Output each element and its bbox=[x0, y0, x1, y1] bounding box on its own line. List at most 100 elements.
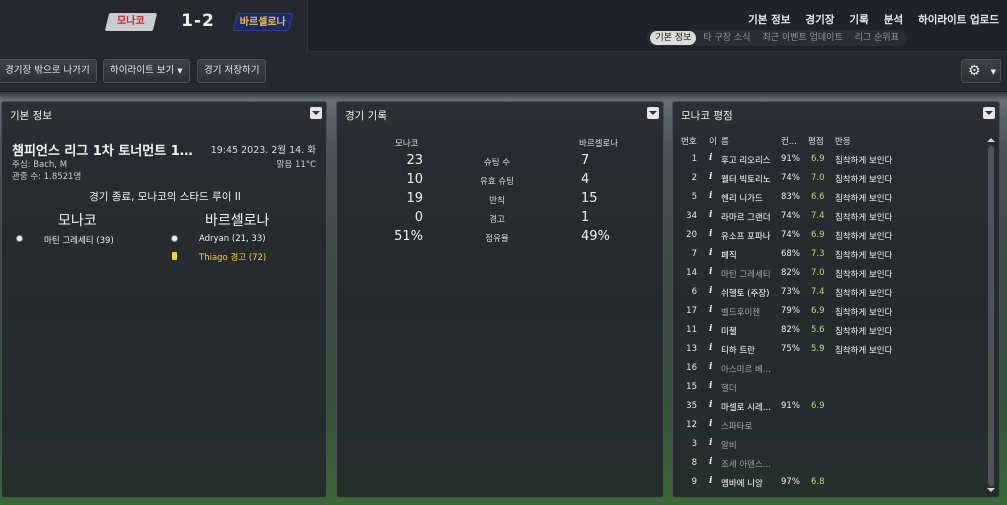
player-rating: 6.9 bbox=[811, 401, 825, 411]
column-header-info[interactable]: 이 bbox=[709, 135, 717, 147]
player-info-icon[interactable]: i bbox=[709, 457, 712, 467]
goal-ball-icon bbox=[171, 235, 178, 242]
leave-stadium-button[interactable]: 경기장 밖으로 나가기 bbox=[0, 59, 97, 83]
panel-title: 경기 기록 bbox=[345, 110, 387, 122]
player-row[interactable]: 12 i 스파타로 bbox=[673, 416, 987, 435]
player-row[interactable]: 34 i 라마르 그랜더 74% 7.4 침착하게 보인다 bbox=[673, 207, 987, 226]
player-number: 1 bbox=[691, 154, 697, 164]
player-row[interactable]: 20 i 유소프 포파나 74% 6.9 침착하게 보인다 bbox=[673, 226, 987, 245]
player-row[interactable]: 13 i 티하 트란 75% 5.9 침착하게 보인다 bbox=[673, 340, 987, 359]
scrollbar[interactable] bbox=[988, 146, 994, 486]
player-info-icon[interactable]: i bbox=[709, 153, 712, 163]
home-team-name: 모나코 bbox=[58, 213, 97, 229]
player-row[interactable]: 14 i 마틴 그레세티 82% 7.0 침착하게 보인다 bbox=[673, 264, 987, 283]
player-row[interactable]: 17 i 벨드후이젠 79% 6.9 침착하게 보인다 bbox=[673, 302, 987, 321]
player-reaction: 침착하게 보인다 bbox=[835, 289, 893, 299]
away-booking-event: Thiago 경고 (72) bbox=[199, 253, 267, 263]
player-info-icon[interactable]: i bbox=[709, 229, 712, 239]
settings-button[interactable]: ⚙ ▼ bbox=[961, 59, 1001, 83]
player-name: 엠바에 니앙 bbox=[721, 479, 763, 489]
player-condition: 79% bbox=[781, 306, 800, 316]
scroll-up-icon[interactable] bbox=[987, 138, 995, 142]
player-number: 5 bbox=[691, 192, 697, 202]
player-number: 7 bbox=[691, 249, 697, 259]
player-name: 아스미르 베... bbox=[721, 365, 771, 375]
player-rating: 6.9 bbox=[811, 154, 825, 164]
player-rating: 7.4 bbox=[811, 211, 825, 221]
player-row[interactable]: 3 i 알비 bbox=[673, 435, 987, 454]
player-reaction: 침착하게 보인다 bbox=[835, 270, 893, 280]
player-row[interactable]: 16 i 아스미르 베... bbox=[673, 359, 987, 378]
player-row[interactable]: 11 i 미첼 82% 5.6 침착하게 보인다 bbox=[673, 321, 987, 340]
player-reaction: 침착하게 보인다 bbox=[835, 251, 893, 261]
player-info-icon[interactable]: i bbox=[709, 343, 712, 353]
player-info-icon[interactable]: i bbox=[709, 438, 712, 448]
player-row[interactable]: 35 i 마셀로 시레... 91% 6.9 bbox=[673, 397, 987, 416]
nav-stadium[interactable]: 경기장 bbox=[805, 12, 834, 27]
player-condition: 91% bbox=[781, 401, 800, 411]
subnav-other-matches[interactable]: 타 구장 소식 bbox=[698, 31, 755, 45]
stat-away-value: 4 bbox=[581, 172, 590, 187]
subnav-league-table[interactable]: 리그 순위표 bbox=[850, 31, 904, 45]
player-info-icon[interactable]: i bbox=[709, 362, 712, 372]
player-number: 8 bbox=[691, 458, 697, 468]
player-row[interactable]: 1 i 후고 리오리스 91% 6.9 침착하게 보인다 bbox=[673, 150, 987, 169]
player-condition: 97% bbox=[781, 477, 800, 487]
stat-row: 23 슈팅 수 7 bbox=[337, 153, 663, 172]
player-info-icon[interactable]: i bbox=[709, 381, 712, 391]
player-info-icon[interactable]: i bbox=[709, 172, 712, 182]
away-goal-event: Adryan (21, 33) bbox=[199, 234, 266, 244]
player-info-icon[interactable]: i bbox=[709, 191, 712, 201]
column-header-rating[interactable]: 평점 bbox=[808, 135, 824, 147]
subnav-recent-events[interactable]: 최근 이벤트 업데이트 bbox=[757, 31, 847, 45]
nav-basic-info[interactable]: 기본 정보 bbox=[748, 12, 790, 27]
column-header-number[interactable]: 번호 bbox=[681, 135, 697, 147]
sub-nav: 기본 정보 타 구장 소식 최근 이벤트 업데이트 리그 순위표 bbox=[647, 30, 907, 46]
player-info-icon[interactable]: i bbox=[709, 210, 712, 220]
player-number: 9 bbox=[691, 477, 697, 487]
column-header-reaction[interactable]: 반응 bbox=[835, 135, 851, 147]
nav-highlight-upload[interactable]: 하이라이트 업로드 bbox=[918, 12, 999, 27]
player-row[interactable]: 6 i 쉬헬토 (주장) 73% 7.4 침착하게 보인다 bbox=[673, 283, 987, 302]
player-condition: 68% bbox=[781, 249, 800, 259]
stats-away-header: 바르셀로나 bbox=[579, 139, 619, 149]
scroll-down-icon[interactable] bbox=[987, 488, 995, 492]
chevron-down-icon: ▼ bbox=[990, 68, 996, 76]
player-ratings-panel: 모나코 평점 번호 이 름 컨... 평점 반응 1 i 후고 리오리스 91% 6.9… bbox=[672, 101, 1000, 498]
stat-away-value: 15 bbox=[581, 191, 598, 206]
player-info-icon[interactable]: i bbox=[709, 400, 712, 410]
player-row[interactable]: 7 i 페직 68% 7.3 침착하게 보인다 bbox=[673, 245, 987, 264]
player-info-icon[interactable]: i bbox=[709, 324, 712, 334]
panel-menu-button[interactable] bbox=[983, 107, 995, 119]
player-info-icon[interactable]: i bbox=[709, 305, 712, 315]
subnav-basic-info[interactable]: 기본 정보 bbox=[650, 31, 697, 45]
player-name: 조세 아덴스... bbox=[721, 460, 771, 470]
player-row[interactable]: 2 i 웰터 빅토리노 74% 7.0 침착하게 보인다 bbox=[673, 169, 987, 188]
player-condition: 75% bbox=[781, 344, 800, 354]
player-name: 라마르 그랜더 bbox=[721, 213, 771, 223]
panel-menu-button[interactable] bbox=[647, 107, 659, 119]
column-header-condition[interactable]: 컨... bbox=[781, 135, 797, 147]
player-number: 34 bbox=[686, 211, 697, 221]
player-row[interactable]: 9 i 엠바에 니앙 97% 6.8 bbox=[673, 473, 987, 492]
panel-menu-button[interactable] bbox=[310, 107, 322, 119]
player-row[interactable]: 8 i 조세 아덴스... bbox=[673, 454, 987, 473]
stats-home-header: 모나코 bbox=[395, 139, 419, 149]
yellow-card-icon bbox=[172, 252, 177, 260]
player-number: 20 bbox=[686, 230, 697, 240]
player-number: 17 bbox=[686, 306, 697, 316]
player-info-icon[interactable]: i bbox=[709, 248, 712, 258]
player-info-icon[interactable]: i bbox=[709, 286, 712, 296]
nav-stats[interactable]: 기록 bbox=[849, 12, 868, 27]
player-row[interactable]: 15 i 헬더 bbox=[673, 378, 987, 397]
view-highlights-button[interactable]: 하이라이트 보기 ▼ bbox=[103, 59, 190, 83]
player-info-icon[interactable]: i bbox=[709, 267, 712, 277]
player-name: 스파타로 bbox=[721, 422, 753, 432]
player-info-icon[interactable]: i bbox=[709, 476, 712, 486]
save-match-button[interactable]: 경기 저장하기 bbox=[197, 59, 267, 83]
player-row[interactable]: 5 i 헨리 니가드 83% 6.6 침착하게 보인다 bbox=[673, 188, 987, 207]
top-bar: 모나코 1-2 바르셀로나 기본 정보 경기장 기록 분석 하이라이트 업로드 … bbox=[0, 0, 1007, 52]
player-info-icon[interactable]: i bbox=[709, 419, 712, 429]
column-header-name[interactable]: 름 bbox=[721, 135, 729, 147]
nav-analysis[interactable]: 분석 bbox=[884, 12, 903, 27]
